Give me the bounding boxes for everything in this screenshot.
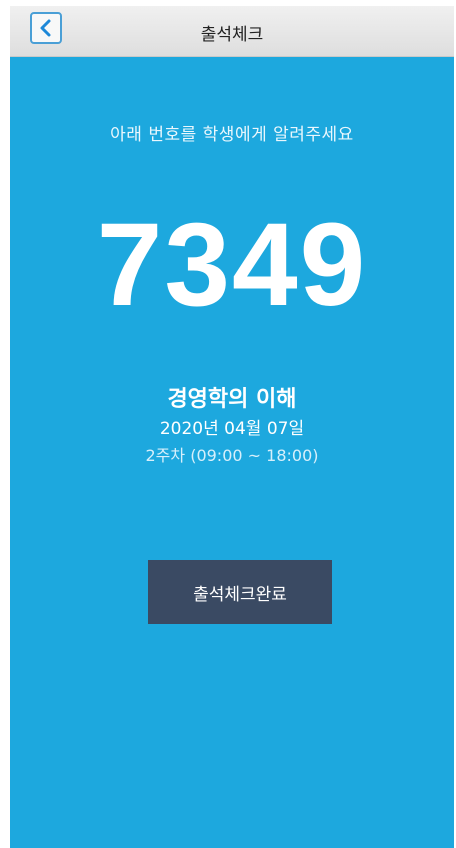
course-name: 경영학의 이해: [167, 387, 297, 412]
instruction-text: 아래 번호를 학생에게 알려주세요: [110, 125, 354, 145]
session-info: 2주차 (09:00 ~ 18:00): [145, 446, 319, 465]
attendance-complete-button[interactable]: 출석체크완료: [148, 560, 332, 624]
page-title: 출석체크: [200, 25, 264, 45]
top-bar: 출석체크: [10, 6, 454, 57]
attendance-screen: 출석체크 아래 번호를 학생에게 알려주세요 7349 경영학의 이해 2020…: [10, 6, 454, 848]
class-date: 2020년 04월 07일: [159, 419, 305, 439]
attendance-code: 7349: [96, 199, 368, 331]
